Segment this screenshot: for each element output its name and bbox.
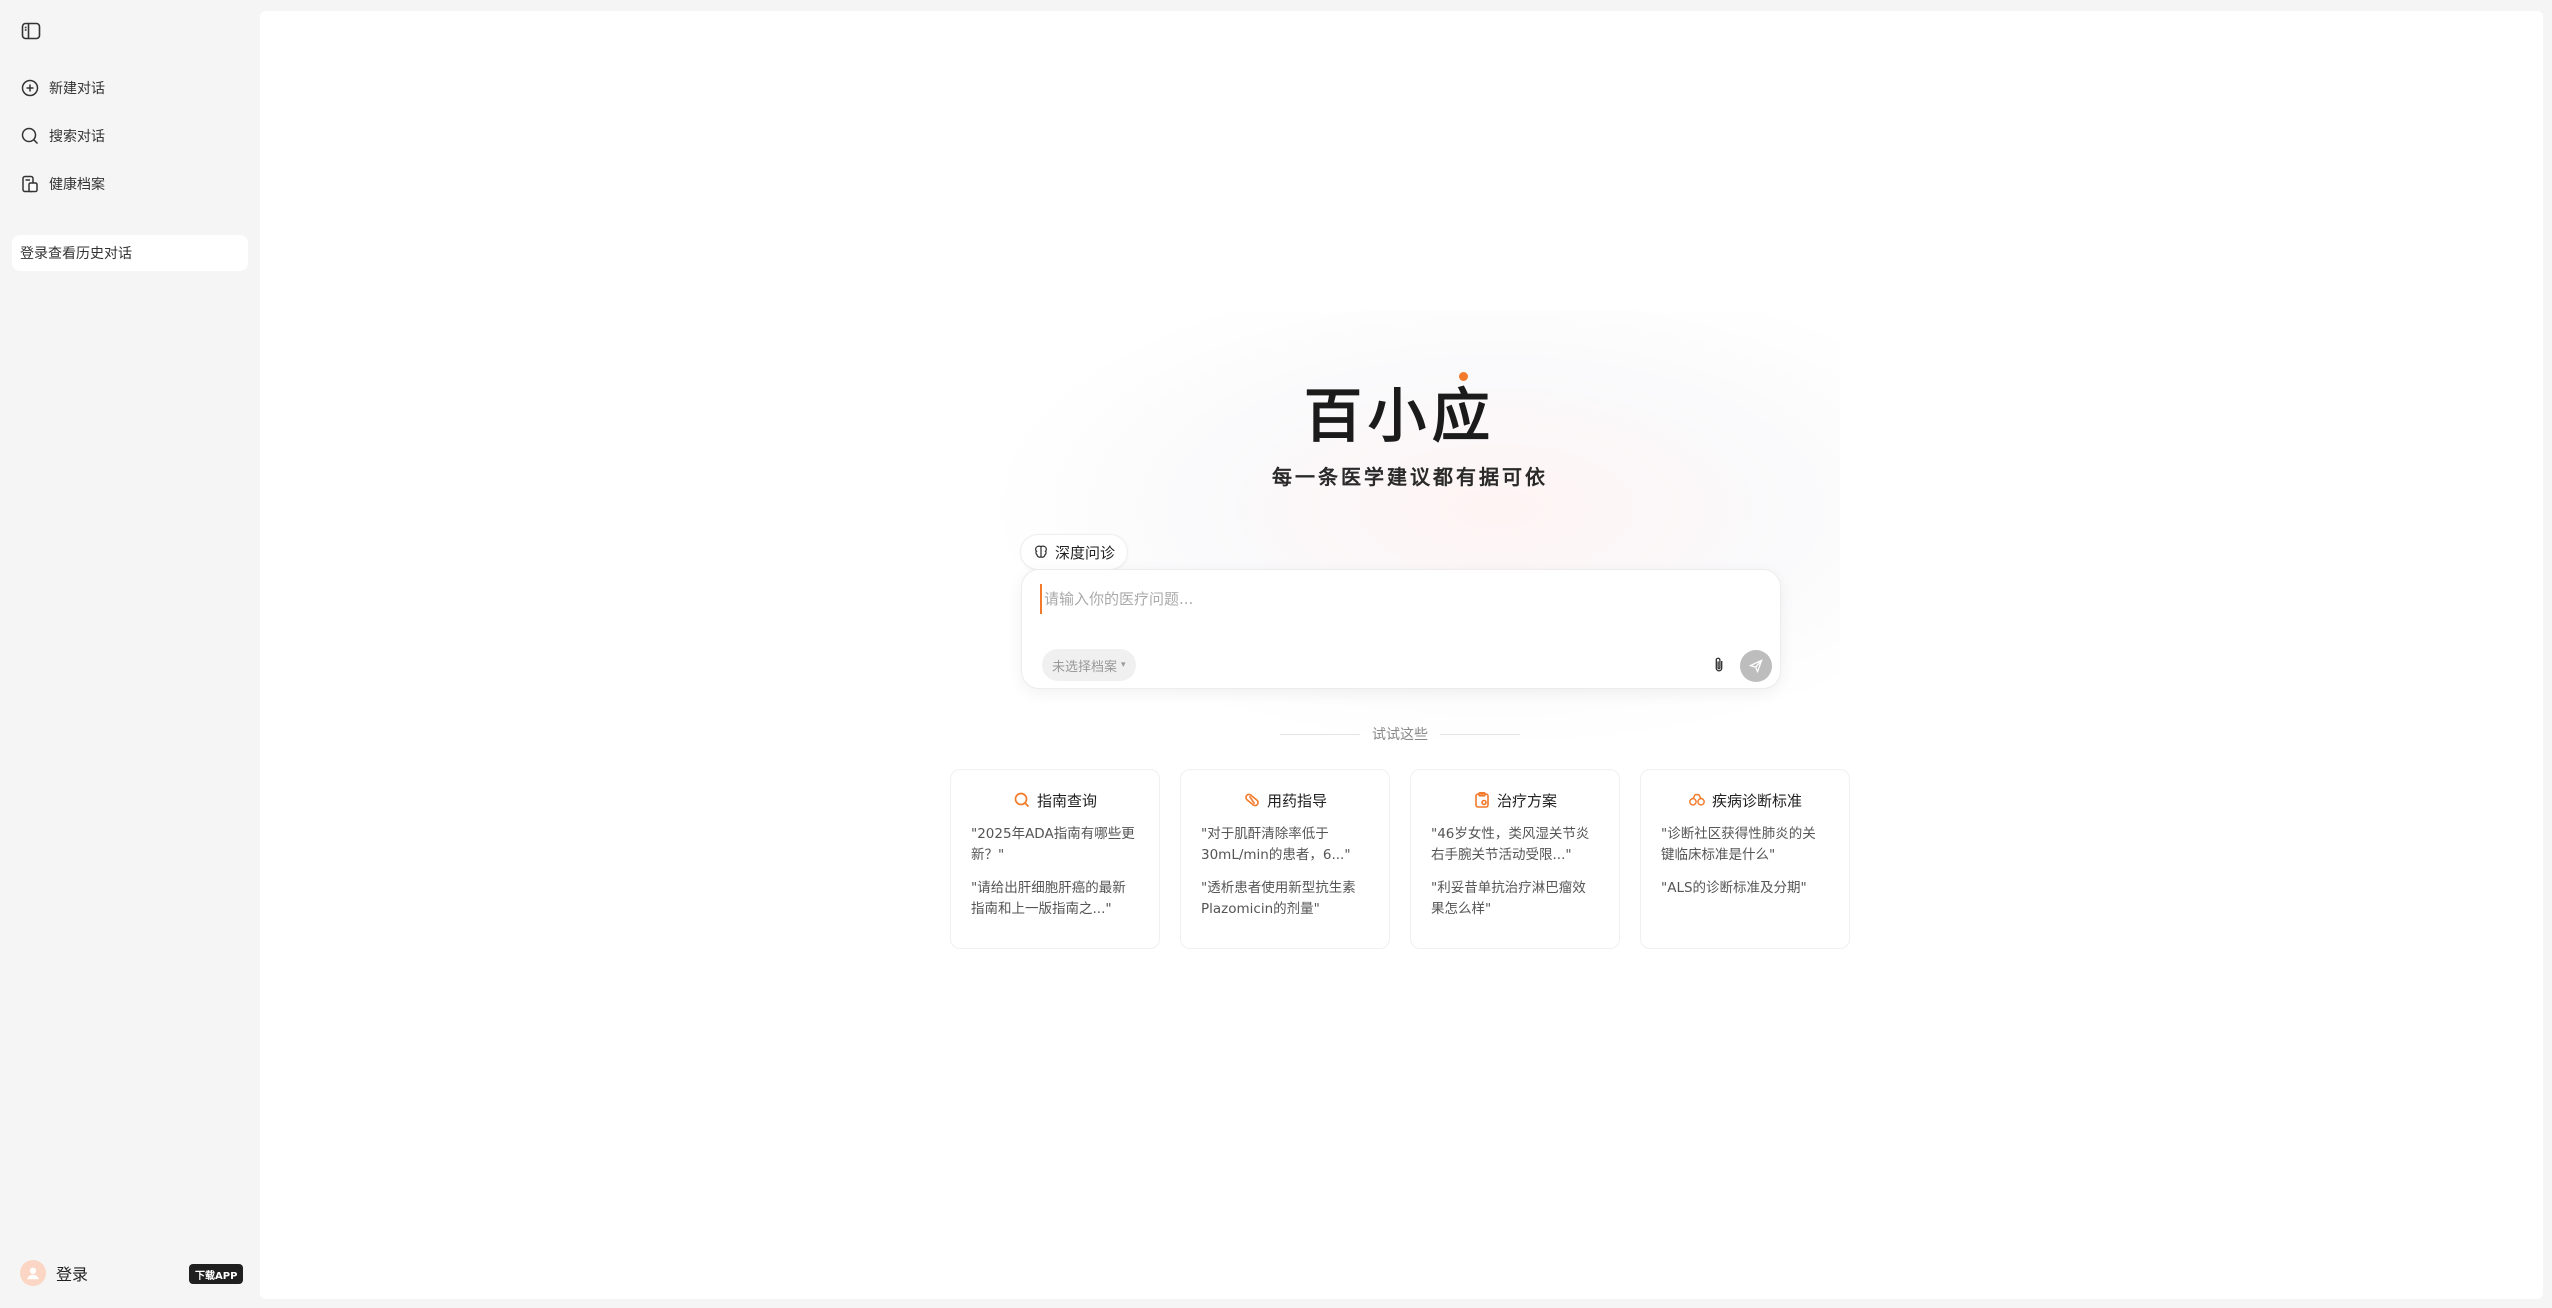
main-panel: 百小应 每一条医学建议都有据可依 深度问诊 未选择档案 ▾ 试试这些 — [260, 11, 2543, 1299]
login-label: 登录 — [56, 1265, 89, 1284]
login-history-prompt[interactable]: 登录查看历史对话 — [12, 235, 248, 271]
card-medication-guide: 用药指导 "对于肌酐清除率低于30mL/min的患者，6..." "透析患者使用… — [1180, 769, 1390, 949]
try-these-label: 试试这些 — [1372, 727, 1428, 743]
sidebar: 新建对话 搜索对话 健康档案 登录查看历史对话 登录 下载APP — [0, 0, 260, 1308]
sidebar-toggle-icon[interactable] — [20, 20, 42, 42]
card-guideline-query: 指南查询 "2025年ADA指南有哪些更新？" "请给出肝细胞肝癌的最新指南和上… — [950, 769, 1160, 949]
plus-circle-icon — [21, 79, 39, 97]
profile-select[interactable]: 未选择档案 ▾ — [1042, 649, 1136, 681]
diagnosis-icon — [1689, 793, 1705, 806]
try-these-divider: 试试这些 — [1280, 724, 1520, 744]
brain-icon — [1035, 545, 1047, 558]
login-button[interactable]: 登录 — [20, 1260, 88, 1286]
divider-line — [1440, 733, 1520, 735]
sidebar-item-search-chat[interactable]: 搜索对话 — [20, 121, 105, 151]
caret-down-icon: ▾ — [1121, 660, 1126, 670]
suggestion-question[interactable]: "请给出肝细胞肝癌的最新指南和上一版指南之..." — [971, 878, 1139, 920]
suggestion-question[interactable]: "对于肌酐清除率低于30mL/min的患者，6..." — [1201, 824, 1369, 866]
card-title: 疾病诊断标准 — [1711, 791, 1802, 810]
attach-button[interactable] — [1706, 652, 1732, 678]
sidebar-item-new-chat[interactable]: 新建对话 — [20, 73, 105, 103]
send-button[interactable] — [1740, 650, 1772, 682]
avatar — [20, 1260, 46, 1286]
tagline: 每一条医学建议都有据可依 — [1272, 465, 1548, 489]
suggestion-question[interactable]: "诊断社区获得性肺炎的关键临床标准是什么" — [1661, 824, 1829, 866]
card-treatment-plan: 治疗方案 "46岁女性，类风湿关节炎右手腕关节活动受限..." "利妥昔单抗治疗… — [1410, 769, 1620, 949]
suggestion-question[interactable]: "ALS的诊断标准及分期" — [1661, 878, 1829, 920]
pill-icon — [1245, 793, 1259, 807]
download-app-label: 下载APP — [195, 1270, 238, 1282]
suggestion-question[interactable]: "46岁女性，类风湿关节炎右手腕关节活动受限..." — [1431, 824, 1599, 866]
search-chat-icon — [21, 127, 39, 145]
question-input[interactable] — [1040, 584, 1740, 614]
deep-consult-label: 深度问诊 — [1055, 543, 1116, 562]
send-icon — [1748, 659, 1763, 674]
card-title: 用药指导 — [1266, 791, 1327, 810]
card-title: 治疗方案 — [1496, 791, 1557, 810]
sidebar-item-label: 新建对话 — [49, 81, 105, 97]
paperclip-icon — [1715, 657, 1723, 672]
card-header: 治疗方案 — [1431, 788, 1599, 812]
logo-accent-dot — [1459, 372, 1468, 381]
chat-input-box: 未选择档案 ▾ — [1021, 569, 1781, 689]
deep-consult-toggle[interactable]: 深度问诊 — [1020, 534, 1129, 570]
sidebar-item-label: 搜索对话 — [49, 129, 105, 145]
suggestion-question[interactable]: "利妥昔单抗治疗淋巴瘤效果怎么样" — [1431, 878, 1599, 920]
sidebar-item-label: 健康档案 — [49, 177, 105, 193]
user-icon — [27, 1267, 39, 1280]
suggestion-cards: 指南查询 "2025年ADA指南有哪些更新？" "请给出肝细胞肝癌的最新指南和上… — [950, 769, 1850, 949]
search-icon — [1014, 792, 1030, 808]
download-app-badge[interactable]: 下载APP — [189, 1264, 244, 1284]
profile-select-label: 未选择档案 — [1052, 659, 1118, 675]
divider-line — [1280, 733, 1360, 735]
clipboard-icon — [1475, 791, 1489, 808]
card-header: 疾病诊断标准 — [1661, 788, 1829, 812]
health-record-icon — [22, 175, 38, 193]
card-title: 指南查询 — [1036, 791, 1097, 810]
card-header: 用药指导 — [1201, 788, 1369, 812]
suggestion-question[interactable]: "透析患者使用新型抗生素Plazomicin的剂量" — [1201, 878, 1369, 920]
card-diagnosis-criteria: 疾病诊断标准 "诊断社区获得性肺炎的关键临床标准是什么" "ALS的诊断标准及分… — [1640, 769, 1850, 949]
sidebar-item-health-record[interactable]: 健康档案 — [20, 169, 105, 199]
history-prompt-label: 登录查看历史对话 — [20, 246, 132, 262]
card-header: 指南查询 — [971, 788, 1139, 812]
app-logo: 百小应 — [1303, 382, 1496, 450]
suggestion-question[interactable]: "2025年ADA指南有哪些更新？" — [971, 824, 1139, 866]
